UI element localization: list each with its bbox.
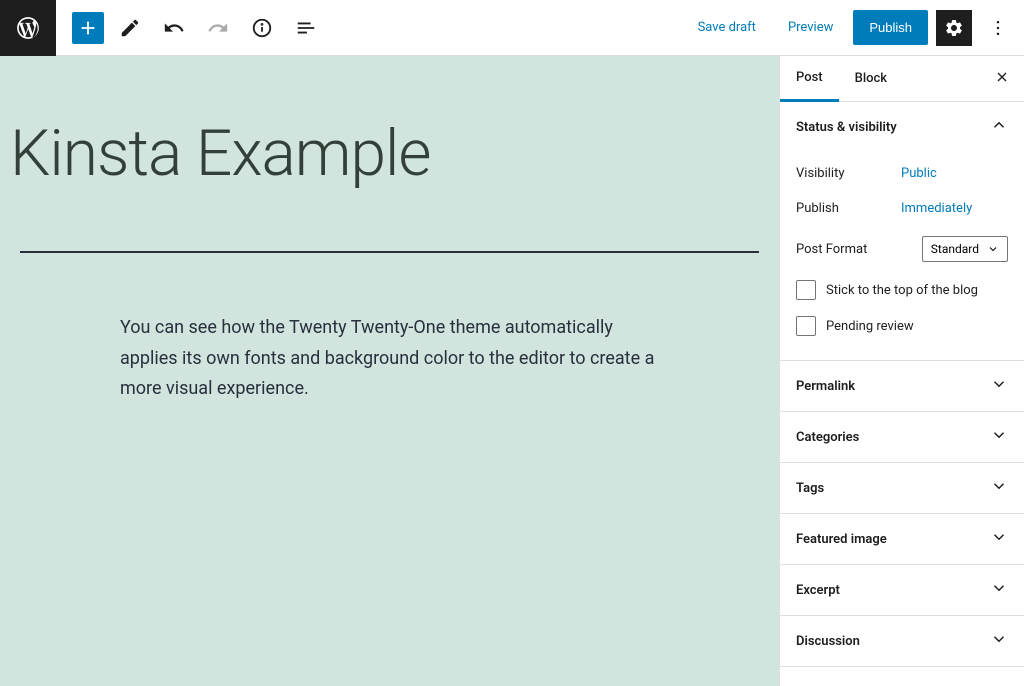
panel-title: Status & visibility	[796, 120, 897, 135]
paragraph-block[interactable]: You can see how the Twenty Twenty-One th…	[120, 313, 659, 405]
undo-button[interactable]	[156, 10, 192, 46]
panel-title: Tags	[796, 481, 824, 496]
format-value: Standard	[931, 242, 979, 256]
wordpress-icon	[15, 15, 41, 41]
panel-header-excerpt[interactable]: Excerpt	[780, 565, 1024, 615]
panel-header-tags[interactable]: Tags	[780, 463, 1024, 513]
sticky-label: Stick to the top of the blog	[826, 283, 978, 298]
panel-header-permalink[interactable]: Permalink	[780, 361, 1024, 411]
panel-tags: Tags	[780, 463, 1024, 514]
settings-button[interactable]	[936, 10, 972, 46]
visibility-row: Visibility Public	[796, 156, 1008, 191]
chevron-down-icon	[990, 630, 1008, 652]
panel-title: Discussion	[796, 634, 860, 649]
format-select[interactable]: Standard	[922, 236, 1008, 262]
panel-permalink: Permalink	[780, 361, 1024, 412]
panel-header-discussion[interactable]: Discussion	[780, 616, 1024, 666]
editor-top-bar: Save draft Preview Publish	[0, 0, 1024, 56]
panel-body-status: Visibility Public Publish Immediately Po…	[780, 152, 1024, 360]
publish-label: Publish	[796, 201, 901, 216]
chevron-down-icon	[987, 243, 999, 255]
toolbar-left-group	[56, 10, 324, 46]
post-title[interactable]: Kinsta Example	[0, 116, 779, 251]
outline-button[interactable]	[288, 10, 324, 46]
close-icon	[994, 69, 1010, 85]
info-icon	[251, 17, 273, 39]
list-icon	[295, 17, 317, 39]
edit-mode-button[interactable]	[112, 10, 148, 46]
settings-sidebar: Post Block Status & visibility Visibilit…	[779, 56, 1024, 686]
pending-row: Pending review	[796, 308, 1008, 344]
chevron-down-icon	[990, 528, 1008, 550]
add-block-button[interactable]	[72, 12, 104, 44]
panel-header-status[interactable]: Status & visibility	[780, 102, 1024, 152]
undo-icon	[163, 17, 185, 39]
redo-icon	[207, 17, 229, 39]
visibility-value[interactable]: Public	[901, 166, 937, 181]
publish-value[interactable]: Immediately	[901, 201, 972, 216]
visibility-label: Visibility	[796, 166, 901, 181]
more-vertical-icon	[988, 18, 1008, 38]
panel-status-visibility: Status & visibility Visibility Public Pu…	[780, 102, 1024, 361]
chevron-down-icon	[990, 477, 1008, 499]
panel-title: Permalink	[796, 379, 855, 394]
panel-title: Featured image	[796, 532, 887, 547]
toolbar-right-group: Save draft Preview Publish	[686, 10, 1024, 46]
editor-canvas[interactable]: Kinsta Example You can see how the Twent…	[0, 56, 779, 686]
preview-button[interactable]: Preview	[776, 12, 845, 43]
gear-icon	[944, 18, 964, 38]
panel-header-categories[interactable]: Categories	[780, 412, 1024, 462]
sidebar-tabs: Post Block	[780, 56, 1024, 102]
format-row: Post Format Standard	[796, 226, 1008, 272]
chevron-down-icon	[990, 426, 1008, 448]
panel-discussion: Discussion	[780, 616, 1024, 667]
plus-icon	[77, 17, 99, 39]
format-label: Post Format	[796, 242, 901, 257]
pending-checkbox[interactable]	[796, 316, 816, 336]
main-area: Kinsta Example You can see how the Twent…	[0, 56, 1024, 686]
post-body[interactable]: You can see how the Twenty Twenty-One th…	[0, 253, 779, 445]
close-sidebar-button[interactable]	[980, 57, 1024, 101]
info-button[interactable]	[244, 10, 280, 46]
chevron-down-icon	[990, 375, 1008, 397]
redo-button[interactable]	[200, 10, 236, 46]
panel-excerpt: Excerpt	[780, 565, 1024, 616]
panel-title: Excerpt	[796, 583, 840, 598]
tab-block[interactable]: Block	[839, 57, 903, 100]
chevron-down-icon	[990, 579, 1008, 601]
sticky-row: Stick to the top of the blog	[796, 272, 1008, 308]
publish-button[interactable]: Publish	[853, 10, 928, 45]
wordpress-logo[interactable]	[0, 0, 56, 56]
save-draft-button[interactable]: Save draft	[686, 12, 768, 43]
more-options-button[interactable]	[980, 10, 1016, 46]
panel-header-featured-image[interactable]: Featured image	[780, 514, 1024, 564]
pending-label: Pending review	[826, 319, 914, 334]
tab-post[interactable]: Post	[780, 56, 839, 102]
panel-title: Categories	[796, 430, 859, 445]
publish-row: Publish Immediately	[796, 191, 1008, 226]
sticky-checkbox[interactable]	[796, 280, 816, 300]
panel-categories: Categories	[780, 412, 1024, 463]
panel-featured-image: Featured image	[780, 514, 1024, 565]
chevron-up-icon	[990, 116, 1008, 138]
pencil-icon	[119, 17, 141, 39]
